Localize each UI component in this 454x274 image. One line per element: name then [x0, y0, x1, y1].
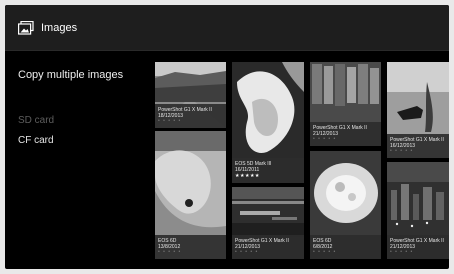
sd-card-item[interactable]: SD card	[18, 115, 54, 126]
header-bar: Images	[5, 5, 449, 51]
image-tile-market[interactable]: PowerShot G1 X Mark II 21/12/2013 • • • …	[310, 62, 381, 146]
image-caption: PowerShot G1 X Mark II 16/12/2013 • • • …	[387, 134, 449, 158]
image-tile-road[interactable]: PowerShot G1 X Mark II 18/12/2013 • • • …	[155, 62, 226, 128]
image-caption: PowerShot G1 X Mark II 21/12/2013 • • • …	[310, 122, 381, 146]
rating-dots: • • • • •	[390, 249, 414, 255]
screen: Images Copy multiple images SD card CF c…	[5, 5, 449, 269]
image-tile-city[interactable]: PowerShot G1 X Mark II 21/12/2013 • • • …	[387, 162, 449, 259]
image-caption: EOS 6D 6/8/2012 • • • • •	[310, 235, 381, 259]
rating-dots: • • • • •	[313, 136, 337, 142]
image-caption: EOS 6D 13/8/2012 • • • • •	[155, 235, 226, 259]
image-tile-food[interactable]: EOS 6D 6/8/2012 • • • • •	[310, 151, 381, 259]
image-tile-dog[interactable]: PowerShot G1 X Mark II 16/12/2013 • • • …	[387, 62, 449, 158]
copy-multiple-images-item[interactable]: Copy multiple images	[18, 69, 123, 81]
image-caption: EOS 5D Mark III 16/11/2011 ★★★★★	[232, 158, 304, 183]
image-caption: PowerShot G1 X Mark II 21/12/2013 • • • …	[232, 235, 304, 259]
rating-dots: • • • • •	[235, 249, 259, 255]
image-caption: PowerShot G1 X Mark II 18/12/2013 • • • …	[155, 104, 226, 128]
image-tile-hands[interactable]: EOS 5D Mark III 16/11/2011 ★★★★★	[232, 62, 304, 183]
image-caption: PowerShot G1 X Mark II 21/12/2013 • • • …	[387, 235, 449, 259]
rating-dots: • • • • •	[390, 148, 414, 154]
page-title: Images	[41, 22, 78, 34]
image-tile-lizard[interactable]: EOS 6D 13/8/2012 • • • • •	[155, 131, 226, 259]
rating-stars: ★★★★★	[235, 173, 260, 179]
image-tile-harbor[interactable]: PowerShot G1 X Mark II 21/12/2013 • • • …	[232, 187, 304, 259]
cf-card-item[interactable]: CF card	[18, 135, 54, 146]
rating-dots: • • • • •	[158, 249, 182, 255]
gallery-icon	[18, 21, 34, 35]
rating-dots: • • • • •	[313, 249, 337, 255]
rating-dots: • • • • •	[158, 118, 182, 124]
